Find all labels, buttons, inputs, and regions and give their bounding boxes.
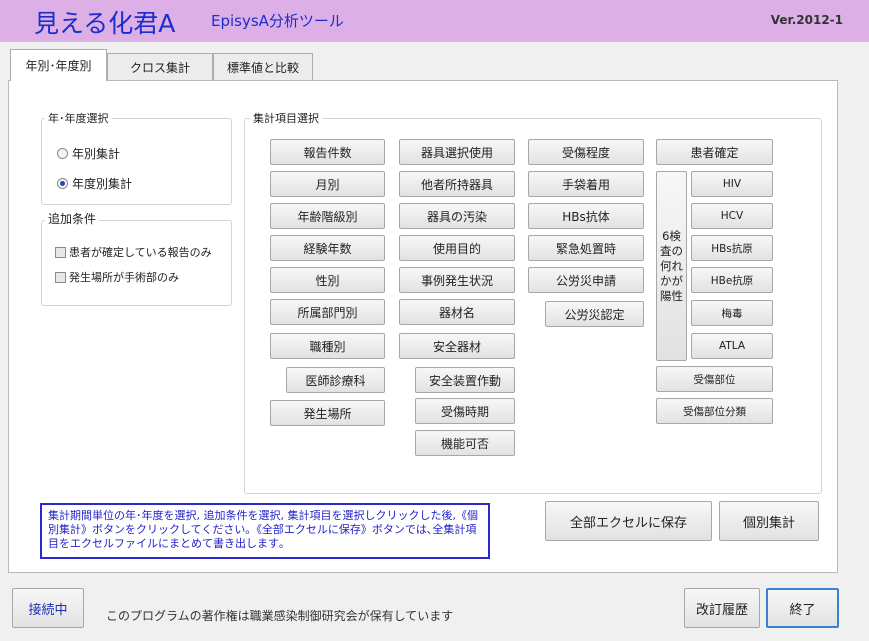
tab-label: 標準値と比較 xyxy=(226,60,299,75)
radio-icon xyxy=(57,148,68,159)
item-device-selection-button[interactable]: 器具選択使用 xyxy=(399,139,515,165)
item-function-button[interactable]: 機能可否 xyxy=(415,430,515,456)
item-positive-any-button[interactable]: 6検査の何れかが陽性 xyxy=(656,171,687,361)
item-patient-confirmed-button[interactable]: 患者確定 xyxy=(656,139,773,165)
checkbox-label: 発生場所が手術部のみ xyxy=(69,271,179,284)
app-version: Ver.2012-1 xyxy=(770,13,843,27)
save-all-excel-button[interactable]: 全部エクセルに保存 xyxy=(545,501,712,541)
item-hbs-antigen-button[interactable]: HBs抗原 xyxy=(691,235,773,261)
app-subtitle: EpisysA分析ツール xyxy=(211,12,344,30)
item-device-name-button[interactable]: 器材名 xyxy=(399,299,515,325)
checkbox-label: 患者が確定している報告のみ xyxy=(69,246,212,259)
item-safety-device-button[interactable]: 安全器材 xyxy=(399,333,515,359)
checkbox-icon xyxy=(55,271,66,283)
item-hbe-antigen-button[interactable]: HBe抗原 xyxy=(691,267,773,293)
tab-compare[interactable]: 標準値と比較 xyxy=(213,53,313,80)
year-selection-title: 年･年度選択 xyxy=(45,110,112,126)
item-occupation-button[interactable]: 職種別 xyxy=(270,333,385,359)
item-gender-button[interactable]: 性別 xyxy=(270,267,385,293)
individual-aggregate-button[interactable]: 個別集計 xyxy=(719,501,819,541)
item-hbs-antibody-button[interactable]: HBs抗体 xyxy=(528,203,644,229)
item-gloves-button[interactable]: 手袋着用 xyxy=(528,171,644,197)
item-purpose-button[interactable]: 使用目的 xyxy=(399,235,515,261)
item-situation-button[interactable]: 事例発生状況 xyxy=(399,267,515,293)
item-injury-site-button[interactable]: 受傷部位 xyxy=(656,366,773,392)
item-compensation-approval-button[interactable]: 公労災認定 xyxy=(545,301,644,327)
item-other-holder-button[interactable]: 他者所持器具 xyxy=(399,171,515,197)
app-title: 見える化君A xyxy=(34,9,176,38)
check-surgery-location[interactable]: 発生場所が手術部のみ xyxy=(55,269,179,285)
radio-label: 年度別集計 xyxy=(72,177,133,191)
check-confirmed-patient[interactable]: 患者が確定している報告のみ xyxy=(55,244,212,260)
item-age-group-button[interactable]: 年齢階級別 xyxy=(270,203,385,229)
radio-icon xyxy=(57,178,68,189)
additional-conditions-group xyxy=(41,220,232,306)
tab-label: クロス集計 xyxy=(129,60,190,75)
item-hcv-button[interactable]: HCV xyxy=(691,203,773,229)
item-compensation-application-button[interactable]: 公労災申請 xyxy=(528,267,644,293)
item-doctor-specialty-button[interactable]: 医師診療科 xyxy=(286,367,385,393)
item-selection-title: 集計項目選択 xyxy=(250,110,322,126)
item-syphilis-button[interactable]: 梅毒 xyxy=(691,300,773,326)
positive-any-label: 6検査の何れかが陽性 xyxy=(660,228,683,303)
item-monthly-button[interactable]: 月別 xyxy=(270,171,385,197)
item-report-count-button[interactable]: 報告件数 xyxy=(270,139,385,165)
title-bar: 見える化君A EpisysA分析ツール Ver.2012-1 xyxy=(0,0,869,42)
exit-button[interactable]: 終了 xyxy=(766,588,839,628)
revision-history-button[interactable]: 改訂履歴 xyxy=(684,588,760,628)
instruction-text: 集計期間単位の年･年度を選択, 追加条件を選択, 集計項目を選択しクリックした後… xyxy=(48,509,478,550)
instruction-box: 集計期間単位の年･年度を選択, 追加条件を選択, 集計項目を選択しクリックした後… xyxy=(40,503,490,559)
item-injury-severity-button[interactable]: 受傷程度 xyxy=(528,139,644,165)
item-experience-years-button[interactable]: 経験年数 xyxy=(270,235,385,261)
additional-conditions-title: 追加条件 xyxy=(45,210,100,227)
item-atla-button[interactable]: ATLA xyxy=(691,333,773,359)
item-device-contamination-button[interactable]: 器具の汚染 xyxy=(399,203,515,229)
item-hiv-button[interactable]: HIV xyxy=(691,171,773,197)
checkbox-icon xyxy=(55,246,66,258)
item-location-button[interactable]: 発生場所 xyxy=(270,400,385,426)
radio-fiscal-yearly[interactable]: 年度別集計 xyxy=(57,175,132,192)
item-department-button[interactable]: 所属部門別 xyxy=(270,299,385,325)
tab-label: 年別･年度別 xyxy=(25,59,92,73)
item-safety-activation-button[interactable]: 安全装置作動 xyxy=(415,367,515,393)
radio-yearly[interactable]: 年別集計 xyxy=(57,145,120,162)
item-injury-timing-button[interactable]: 受傷時期 xyxy=(415,398,515,424)
tab-cross[interactable]: クロス集計 xyxy=(107,53,213,80)
radio-label: 年別集計 xyxy=(72,147,121,161)
copyright-text: このプログラムの著作権は職業感染制御研究会が保有しています xyxy=(106,609,454,623)
tab-yearly[interactable]: 年別･年度別 xyxy=(10,49,107,81)
item-emergency-button[interactable]: 緊急処置時 xyxy=(528,235,644,261)
connection-status-button[interactable]: 接続中 xyxy=(12,588,84,628)
item-injury-site-class-button[interactable]: 受傷部位分類 xyxy=(656,398,773,424)
